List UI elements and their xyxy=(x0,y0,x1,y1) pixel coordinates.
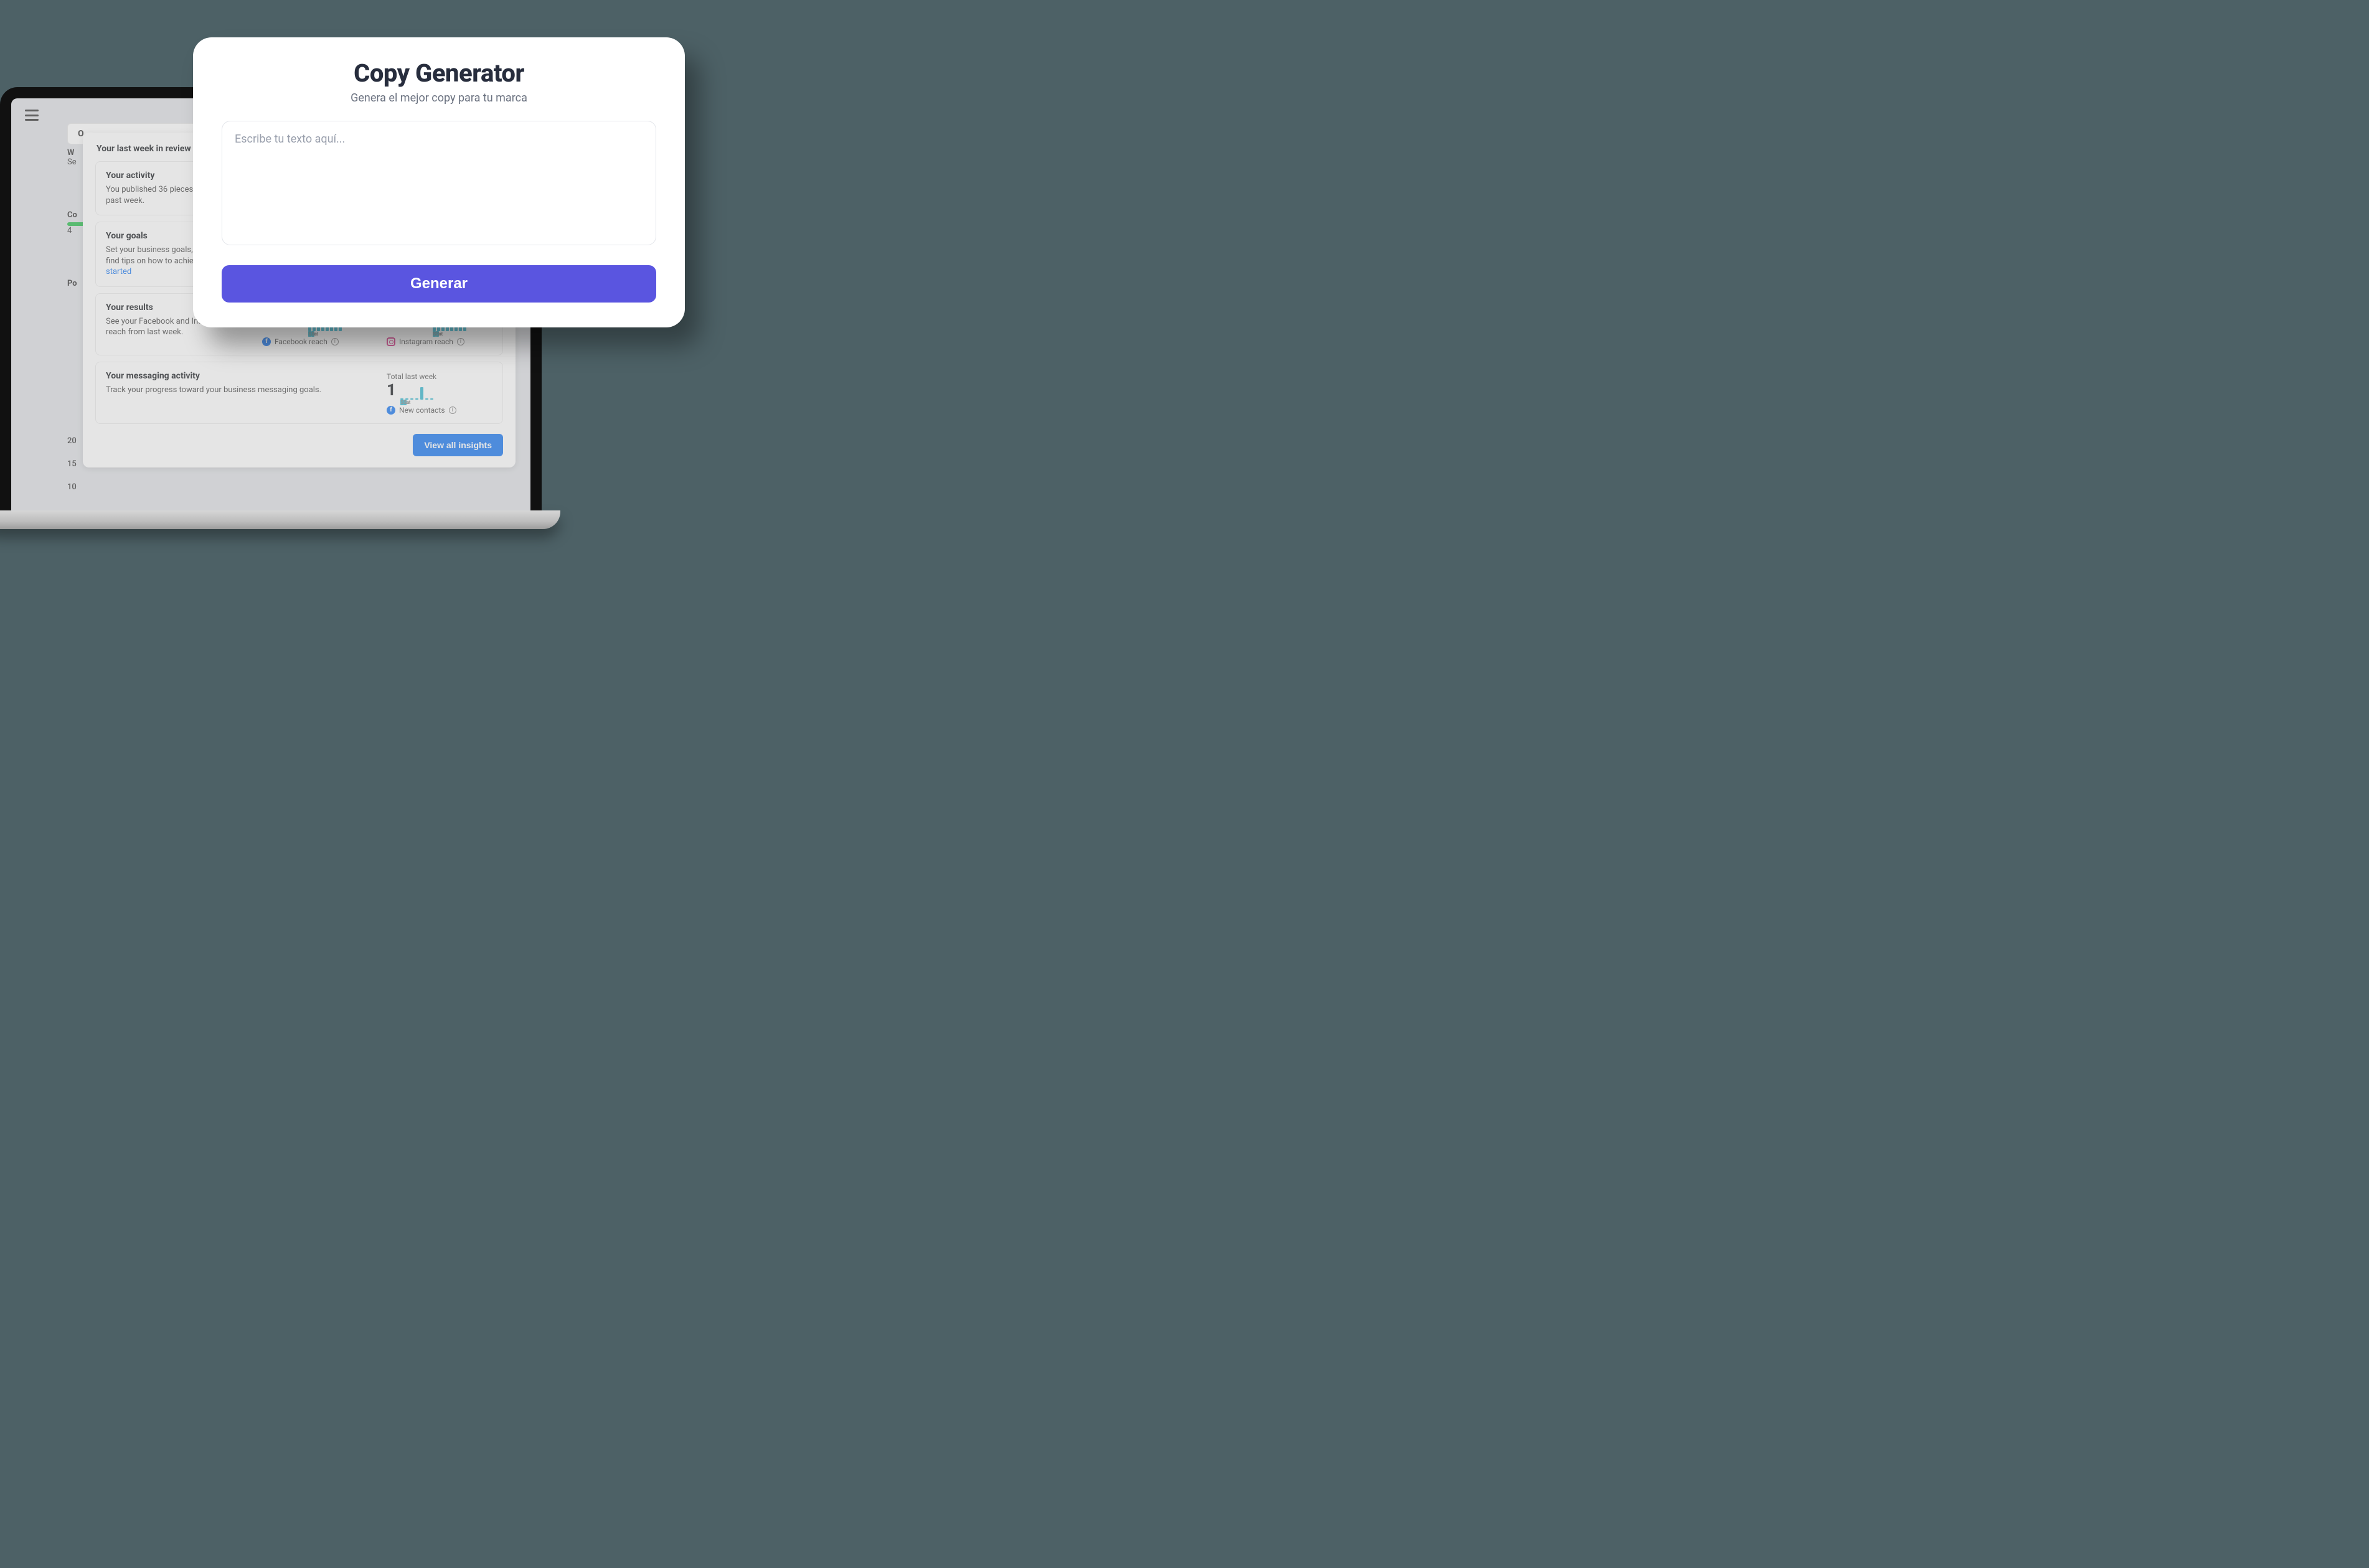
axis-value: 10 xyxy=(67,482,77,492)
reach-label: Instagram reach xyxy=(399,337,453,346)
side-letter: Se xyxy=(67,157,77,167)
facebook-icon: f xyxy=(387,406,395,415)
axis-value: 20 xyxy=(67,436,77,446)
card-messaging: Your messaging activity Track your progr… xyxy=(95,362,503,424)
side-letter: Po xyxy=(67,279,77,288)
get-started-link[interactable]: started xyxy=(106,267,131,276)
copy-input[interactable] xyxy=(222,121,656,245)
reach-label: New contacts xyxy=(399,406,445,415)
info-icon[interactable]: i xyxy=(457,338,464,345)
modal-title: Copy Generator xyxy=(222,59,656,88)
axis-right: Sat xyxy=(436,331,439,337)
axis-right: Sat xyxy=(311,331,314,337)
card-title: Your messaging activity xyxy=(106,371,368,381)
laptop-body xyxy=(0,510,560,529)
view-all-insights-button[interactable]: View all insights xyxy=(413,434,503,456)
info-icon[interactable]: i xyxy=(449,406,456,414)
metric-label: Total last week xyxy=(387,372,492,381)
side-letter: W xyxy=(67,148,74,157)
metric-new-contacts: Total last week 1 Sun Sat xyxy=(387,371,492,415)
side-letter: Co xyxy=(67,210,77,220)
card-body: Track your progress toward your business… xyxy=(106,385,368,396)
axis-value: 15 xyxy=(67,459,77,469)
generate-button[interactable]: Generar xyxy=(222,265,656,303)
card-body: past week. xyxy=(106,196,144,205)
axis-numbers: 20 15 10 xyxy=(67,436,77,492)
axis-right: Sat xyxy=(403,400,407,405)
hamburger-icon[interactable] xyxy=(25,110,39,121)
side-cut-labels: W Se Co 4 Po xyxy=(67,148,80,288)
metric-value: 1 xyxy=(387,381,395,400)
sparkline-icon: Sun Sat xyxy=(400,386,433,400)
instagram-icon xyxy=(387,337,395,346)
copy-generator-modal: Copy Generator Genera el mejor copy para… xyxy=(193,37,685,327)
reach-label: Facebook reach xyxy=(275,337,327,346)
info-icon[interactable]: i xyxy=(331,338,339,345)
facebook-icon: f xyxy=(262,337,271,346)
modal-subtitle: Genera el mejor copy para tu marca xyxy=(222,92,656,105)
side-letter: 4 xyxy=(67,226,72,235)
